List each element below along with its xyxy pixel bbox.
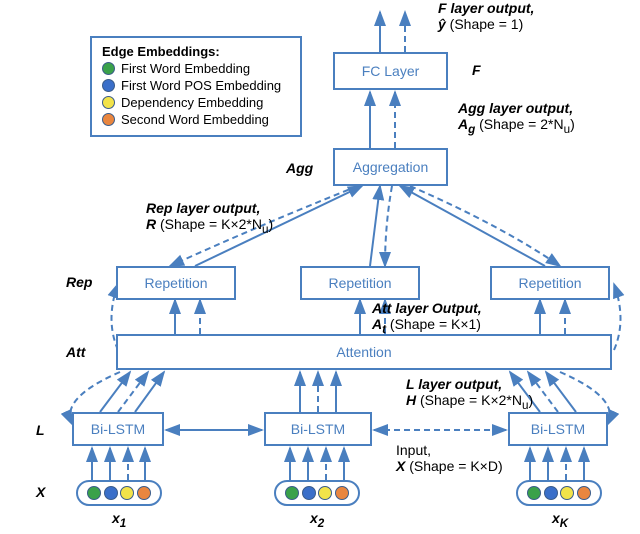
anno-text: A [372,316,382,332]
anno-text: (Shape = K×1) [386,316,481,332]
x-sym: x [552,510,560,526]
legend-title: Edge Embeddings: [102,44,290,59]
layer-label-F: F [472,62,481,78]
x-label-1: x1 [112,510,126,530]
legend-row: Dependency Embedding [102,95,290,110]
anno-text: (Shape = 1) [446,16,523,32]
dot-blue-icon [544,486,558,500]
anno-text: (Shape = K×2*N [416,392,522,408]
l-output-annotation: L layer output, H (Shape = K×2*Nu) [406,376,533,412]
dot-orange-icon [137,486,151,500]
block-label: Bi-LSTM [291,421,345,437]
legend-label: Second Word Embedding [121,112,269,127]
legend-box: Edge Embeddings: First Word Embedding Fi… [90,36,302,137]
layer-label-Att: Att [66,344,85,360]
anno-text: Rep layer output, [146,200,260,216]
repetition-box-2: Repetition [300,266,420,300]
repetition-box-3: Repetition [490,266,610,300]
anno-text: (Shape = K×D) [405,458,502,474]
anno-text: H [406,392,416,408]
anno-text: (Shape = K×2*N [156,216,262,232]
anno-text: A [458,116,468,132]
anno-text: ) [570,116,575,132]
repetition-box-1: Repetition [116,266,236,300]
x-sub: 2 [318,517,324,530]
x-sym: x [112,510,120,526]
legend-row: Second Word Embedding [102,112,290,127]
anno-text: L layer output, [406,376,502,392]
layer-label-Agg: Agg [286,160,313,176]
attention-box: Attention [116,334,612,370]
dot-green-icon [527,486,541,500]
dot-yellow-icon [102,96,115,109]
input-annotation: Input, X (Shape = K×D) [396,442,503,474]
anno-text: Input, [396,442,431,458]
block-label: Attention [336,344,391,360]
embedding-oval-2 [274,480,360,506]
anno-text: X [396,458,405,474]
dot-green-icon [102,62,115,75]
block-label: FC Layer [362,63,420,79]
dot-blue-icon [104,486,118,500]
anno-text: R [146,216,156,232]
dot-blue-icon [102,79,115,92]
att-output-annotation: Att layer Output, At (Shape = K×1) [372,300,482,336]
fc-layer-box: FC Layer [333,52,448,90]
x-sym: x [310,510,318,526]
legend-label: First Word Embedding [121,61,250,76]
dot-orange-icon [335,486,349,500]
embedding-oval-1 [76,480,162,506]
network-diagram: { "legend": { "title": "Edge Embeddings:… [0,0,640,534]
bilstm-box-3: Bi-LSTM [508,412,608,446]
dot-yellow-icon [318,486,332,500]
x-label-2: x2 [310,510,324,530]
bilstm-box-1: Bi-LSTM [72,412,164,446]
dot-yellow-icon [560,486,574,500]
anno-text: ) [528,392,533,408]
x-sub: K [560,517,568,530]
block-label: Bi-LSTM [531,421,585,437]
anno-text: ) [268,216,273,232]
dot-blue-icon [302,486,316,500]
block-label: Bi-LSTM [91,421,145,437]
legend-row: First Word Embedding [102,61,290,76]
agg-output-annotation: Agg layer output, Ag (Shape = 2*Nu) [458,100,575,136]
x-label-k: xK [552,510,568,530]
layer-label-X: X [36,484,45,500]
bilstm-box-2: Bi-LSTM [264,412,372,446]
anno-text: Att layer Output, [372,300,482,316]
anno-text: Agg layer output, [458,100,573,116]
embedding-oval-k [516,480,602,506]
block-label: Repetition [518,275,581,291]
anno-text: ŷ [438,16,446,32]
rep-output-annotation: Rep layer output, R (Shape = K×2*Nu) [146,200,273,236]
legend-label: Dependency Embedding [121,95,263,110]
block-label: Aggregation [353,159,429,175]
legend-row: First Word POS Embedding [102,78,290,93]
anno-text: F layer output, [438,0,534,16]
aggregation-box: Aggregation [333,148,448,186]
layer-label-Rep: Rep [66,274,92,290]
block-label: Repetition [328,275,391,291]
legend-label: First Word POS Embedding [121,78,281,93]
layer-label-L: L [36,422,45,438]
dot-orange-icon [577,486,591,500]
dot-yellow-icon [120,486,134,500]
f-output-annotation: F layer output, ŷ (Shape = 1) [438,0,534,32]
dot-green-icon [285,486,299,500]
x-sub: 1 [120,517,126,530]
dot-orange-icon [102,113,115,126]
block-label: Repetition [144,275,207,291]
anno-text: (Shape = 2*N [475,116,563,132]
dot-green-icon [87,486,101,500]
